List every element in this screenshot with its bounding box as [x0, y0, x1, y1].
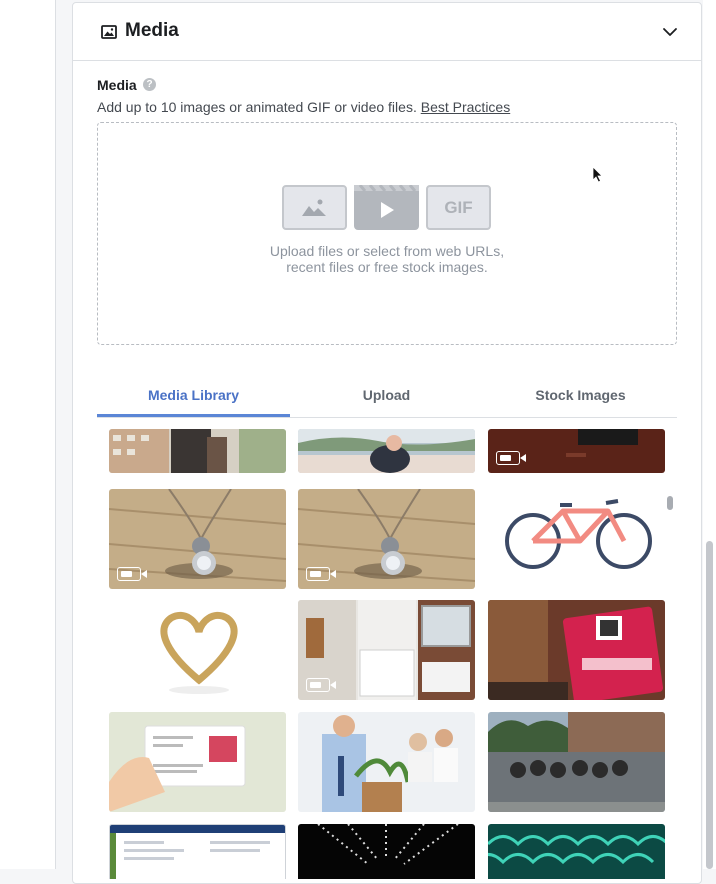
- media-dropzone[interactable]: GIF Upload files or select from web URLs…: [97, 122, 677, 345]
- media-thumbnail[interactable]: [109, 429, 286, 473]
- media-field-label: Media: [97, 77, 137, 93]
- description-text: Add up to 10 images or animated GIF or v…: [97, 99, 417, 115]
- page-scrollbar-thumb[interactable]: [706, 541, 713, 869]
- media-thumbnail[interactable]: [488, 429, 665, 473]
- chevron-down-icon[interactable]: [661, 23, 679, 41]
- tab-stock-images[interactable]: Stock Images: [484, 377, 677, 417]
- media-tabs: Media Library Upload Stock Images: [97, 377, 677, 418]
- image-icon: [101, 25, 117, 39]
- media-thumbnail[interactable]: [298, 429, 475, 473]
- grid-scrollbar[interactable]: [667, 496, 673, 510]
- video-badge-icon: [496, 451, 526, 465]
- page-scrollbar[interactable]: [703, 0, 716, 869]
- video-placeholder-icon: [354, 185, 419, 230]
- mouse-cursor-icon: [592, 166, 603, 183]
- video-badge-icon: [117, 567, 147, 581]
- media-thumbnail[interactable]: [298, 489, 475, 589]
- help-icon[interactable]: ?: [143, 78, 156, 91]
- media-thumbnail[interactable]: [109, 489, 286, 589]
- media-thumbnail[interactable]: [298, 824, 475, 879]
- media-library-grid: [97, 429, 677, 879]
- media-section-header[interactable]: Media: [73, 3, 701, 61]
- image-placeholder-icon: [282, 185, 347, 230]
- video-badge-icon: [306, 567, 336, 581]
- video-badge-icon: [306, 678, 336, 692]
- dropzone-line-2: recent files or free stock images.: [286, 259, 488, 275]
- section-title: Media: [125, 20, 179, 41]
- dropzone-instructions: Upload files or select from web URLs, re…: [98, 243, 676, 275]
- tab-media-library[interactable]: Media Library: [97, 377, 290, 417]
- media-thumbnail[interactable]: [298, 600, 475, 700]
- media-thumbnail[interactable]: [488, 600, 665, 700]
- media-thumbnail[interactable]: [298, 712, 475, 812]
- left-gutter: [0, 0, 56, 869]
- media-field-description: Add up to 10 images or animated GIF or v…: [97, 99, 510, 115]
- media-thumbnail[interactable]: [488, 824, 665, 879]
- media-thumbnail[interactable]: [109, 600, 286, 700]
- gif-placeholder-icon: GIF: [426, 185, 491, 230]
- gif-label: GIF: [444, 198, 473, 217]
- media-card: Media Media ? Add up to 10 images or ani…: [72, 2, 702, 884]
- media-thumbnail[interactable]: [109, 824, 286, 879]
- media-thumbnail[interactable]: [488, 712, 665, 812]
- tab-upload[interactable]: Upload: [290, 377, 483, 417]
- media-thumbnail[interactable]: [109, 712, 286, 812]
- media-thumbnail[interactable]: [488, 489, 665, 589]
- best-practices-link[interactable]: Best Practices: [421, 99, 510, 115]
- dropzone-line-1: Upload files or select from web URLs,: [269, 243, 505, 259]
